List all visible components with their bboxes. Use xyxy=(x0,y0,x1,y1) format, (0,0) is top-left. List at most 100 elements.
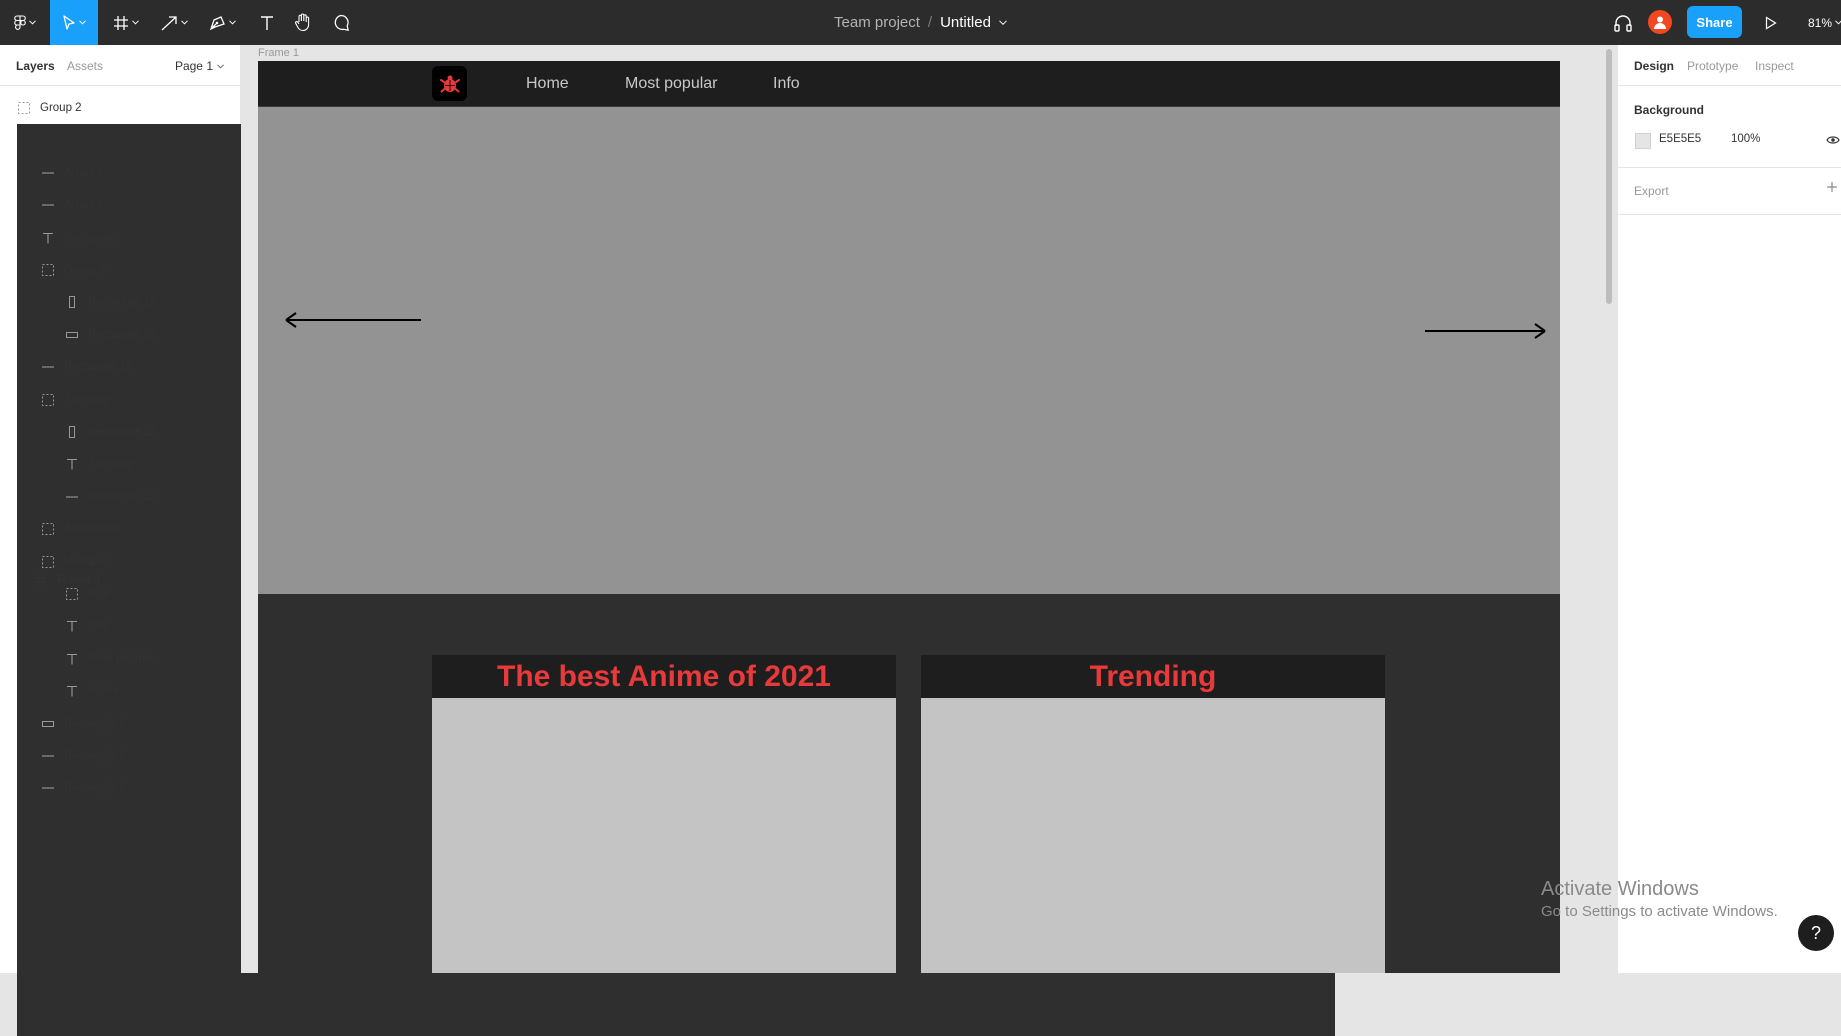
tab-design[interactable]: Design xyxy=(1634,59,1674,73)
frame-label[interactable]: Frame 1 xyxy=(258,47,299,59)
layer-name: Rectangle 13 xyxy=(88,426,156,438)
layer-name: Group 2 xyxy=(64,264,106,276)
best-anime-card[interactable]: The best Anime of 2021 xyxy=(432,655,896,973)
tab-inspect[interactable]: Inspect xyxy=(1755,59,1794,73)
trending-card[interactable]: Trending xyxy=(921,655,1385,973)
best-anime-title: The best Anime of 2021 xyxy=(432,655,896,698)
file-name[interactable]: Untitled xyxy=(940,14,991,31)
layer-name: Rectangle 16 xyxy=(88,328,156,341)
chevron-down-icon xyxy=(217,63,224,69)
plus-icon[interactable] xyxy=(1826,181,1838,193)
layer-item[interactable]: Rectangle 1 xyxy=(0,708,279,740)
headphones-icon xyxy=(1614,14,1632,32)
layer-item[interactable]: BestAnime xyxy=(0,513,279,545)
layer-name: Most popular xyxy=(88,652,155,665)
layer-name: Completed xyxy=(64,231,120,244)
frame-tool-button[interactable] xyxy=(108,0,144,45)
canvas[interactable]: Frame 1 Home Most popular Info The best … xyxy=(241,45,1616,973)
group-icon xyxy=(40,392,56,408)
divider xyxy=(1618,214,1841,215)
line-icon xyxy=(40,359,56,375)
logo[interactable] xyxy=(432,66,467,101)
present-button[interactable] xyxy=(1756,0,1786,45)
pen-tool-button[interactable] xyxy=(204,0,240,45)
line-icon xyxy=(40,780,56,796)
background-opacity-input[interactable]: 100% xyxy=(1731,133,1760,145)
background-color-swatch[interactable] xyxy=(1635,133,1651,149)
headbar[interactable]: Home Most popular Info xyxy=(258,61,1560,107)
zoom-menu[interactable]: 81% xyxy=(1808,0,1841,45)
chevron-down-icon xyxy=(79,20,86,25)
move-tool-button[interactable] xyxy=(50,0,98,45)
help-button[interactable]: ? xyxy=(1798,915,1834,951)
arrow-right-icon[interactable] xyxy=(1424,321,1548,341)
user-avatar[interactable] xyxy=(1648,10,1672,34)
figma-menu-button[interactable] xyxy=(8,0,42,45)
arrow-tool-button[interactable] xyxy=(156,0,192,45)
hand-tool-button[interactable] xyxy=(288,0,318,45)
design-frame[interactable]: Home Most popular Info The best Anime of… xyxy=(258,61,1560,973)
eye-icon[interactable] xyxy=(1826,135,1840,145)
nav-most-popular[interactable]: Most popular xyxy=(625,61,718,106)
layer-name: Trending xyxy=(88,458,133,471)
comment-tool-button[interactable] xyxy=(326,0,356,45)
text-icon xyxy=(64,618,80,634)
canvas-scrollbar[interactable] xyxy=(1606,49,1612,304)
layer-name: Info xyxy=(88,620,108,633)
trending-body xyxy=(921,698,1385,973)
layer-item[interactable]: Headbar xyxy=(0,546,279,578)
activate-title: Activate Windows xyxy=(1541,878,1699,900)
layer-item[interactable]: Rectangle 6 xyxy=(0,772,279,804)
properties-tabs: Design Prototype Inspect xyxy=(1618,45,1841,86)
layers-panel: Layers Assets Page 1 Group 2 Frame 1 Arrow… xyxy=(0,45,1335,1036)
arrow-left-icon[interactable] xyxy=(284,310,424,330)
group-icon xyxy=(40,521,56,537)
layer-item[interactable]: Arrow 1 xyxy=(0,189,279,221)
tab-assets[interactable]: Assets xyxy=(67,59,103,73)
properties-panel: Design Prototype Inspect Background E5E5… xyxy=(1617,45,1841,973)
group-icon xyxy=(64,586,80,602)
move-tool-icon xyxy=(63,14,75,30)
zoom-level: 81% xyxy=(1808,15,1833,30)
text-icon xyxy=(64,683,80,699)
layer-item[interactable]: Arrow 2 xyxy=(0,157,279,189)
nav-home[interactable]: Home xyxy=(526,61,569,106)
chevron-down-icon xyxy=(1835,20,1841,25)
tab-prototype[interactable]: Prototype xyxy=(1687,59,1738,73)
export-section-title: Export xyxy=(1634,184,1669,198)
layer-item[interactable]: Rectangle 12 xyxy=(0,351,279,383)
layer-item[interactable]: Group 2 xyxy=(0,92,255,124)
chevron-down-icon[interactable] xyxy=(999,20,1007,25)
chevron-down-icon xyxy=(228,20,236,25)
layer-item[interactable]: Completed xyxy=(0,222,279,254)
windows-activation-watermark: Activate Windows Go to Settings to activ… xyxy=(1541,878,1778,920)
project-name[interactable]: Team project xyxy=(834,14,920,31)
line-icon xyxy=(40,197,56,213)
page-selector[interactable]: Page 1 xyxy=(175,59,224,73)
layer-name: Headbar xyxy=(64,555,109,568)
tab-layers[interactable]: Layers xyxy=(16,59,55,73)
layer-name: Rectangle 2 xyxy=(64,750,126,762)
text-tool-button[interactable] xyxy=(252,0,282,45)
line-icon xyxy=(64,489,80,505)
page-name: Page 1 xyxy=(174,59,213,73)
frame-tool-icon xyxy=(114,15,128,30)
text-icon xyxy=(64,456,80,472)
group-icon xyxy=(40,554,56,570)
layer-item[interactable]: Rectangle 2 xyxy=(0,740,279,772)
rect-tall-icon xyxy=(64,424,80,440)
layer-item[interactable]: Trending xyxy=(0,384,279,416)
background-hex-input[interactable]: E5E5E5 xyxy=(1659,133,1701,145)
layer-name: Rectangle 14 xyxy=(88,296,156,309)
layer-item[interactable]: Group 2 xyxy=(0,254,279,286)
hero-rectangle[interactable] xyxy=(258,107,1560,594)
text-icon xyxy=(64,651,80,667)
chevron-down-icon xyxy=(29,20,36,25)
activate-subtitle: Go to Settings to activate Windows. xyxy=(1541,903,1778,920)
nav-info[interactable]: Info xyxy=(773,61,800,106)
layer-name: Rectangle 6 xyxy=(64,782,126,795)
audio-button[interactable] xyxy=(1608,0,1638,45)
share-button[interactable]: Share xyxy=(1687,6,1742,38)
layer-name: Arrow 1 xyxy=(64,199,104,212)
user-icon xyxy=(1654,16,1666,29)
